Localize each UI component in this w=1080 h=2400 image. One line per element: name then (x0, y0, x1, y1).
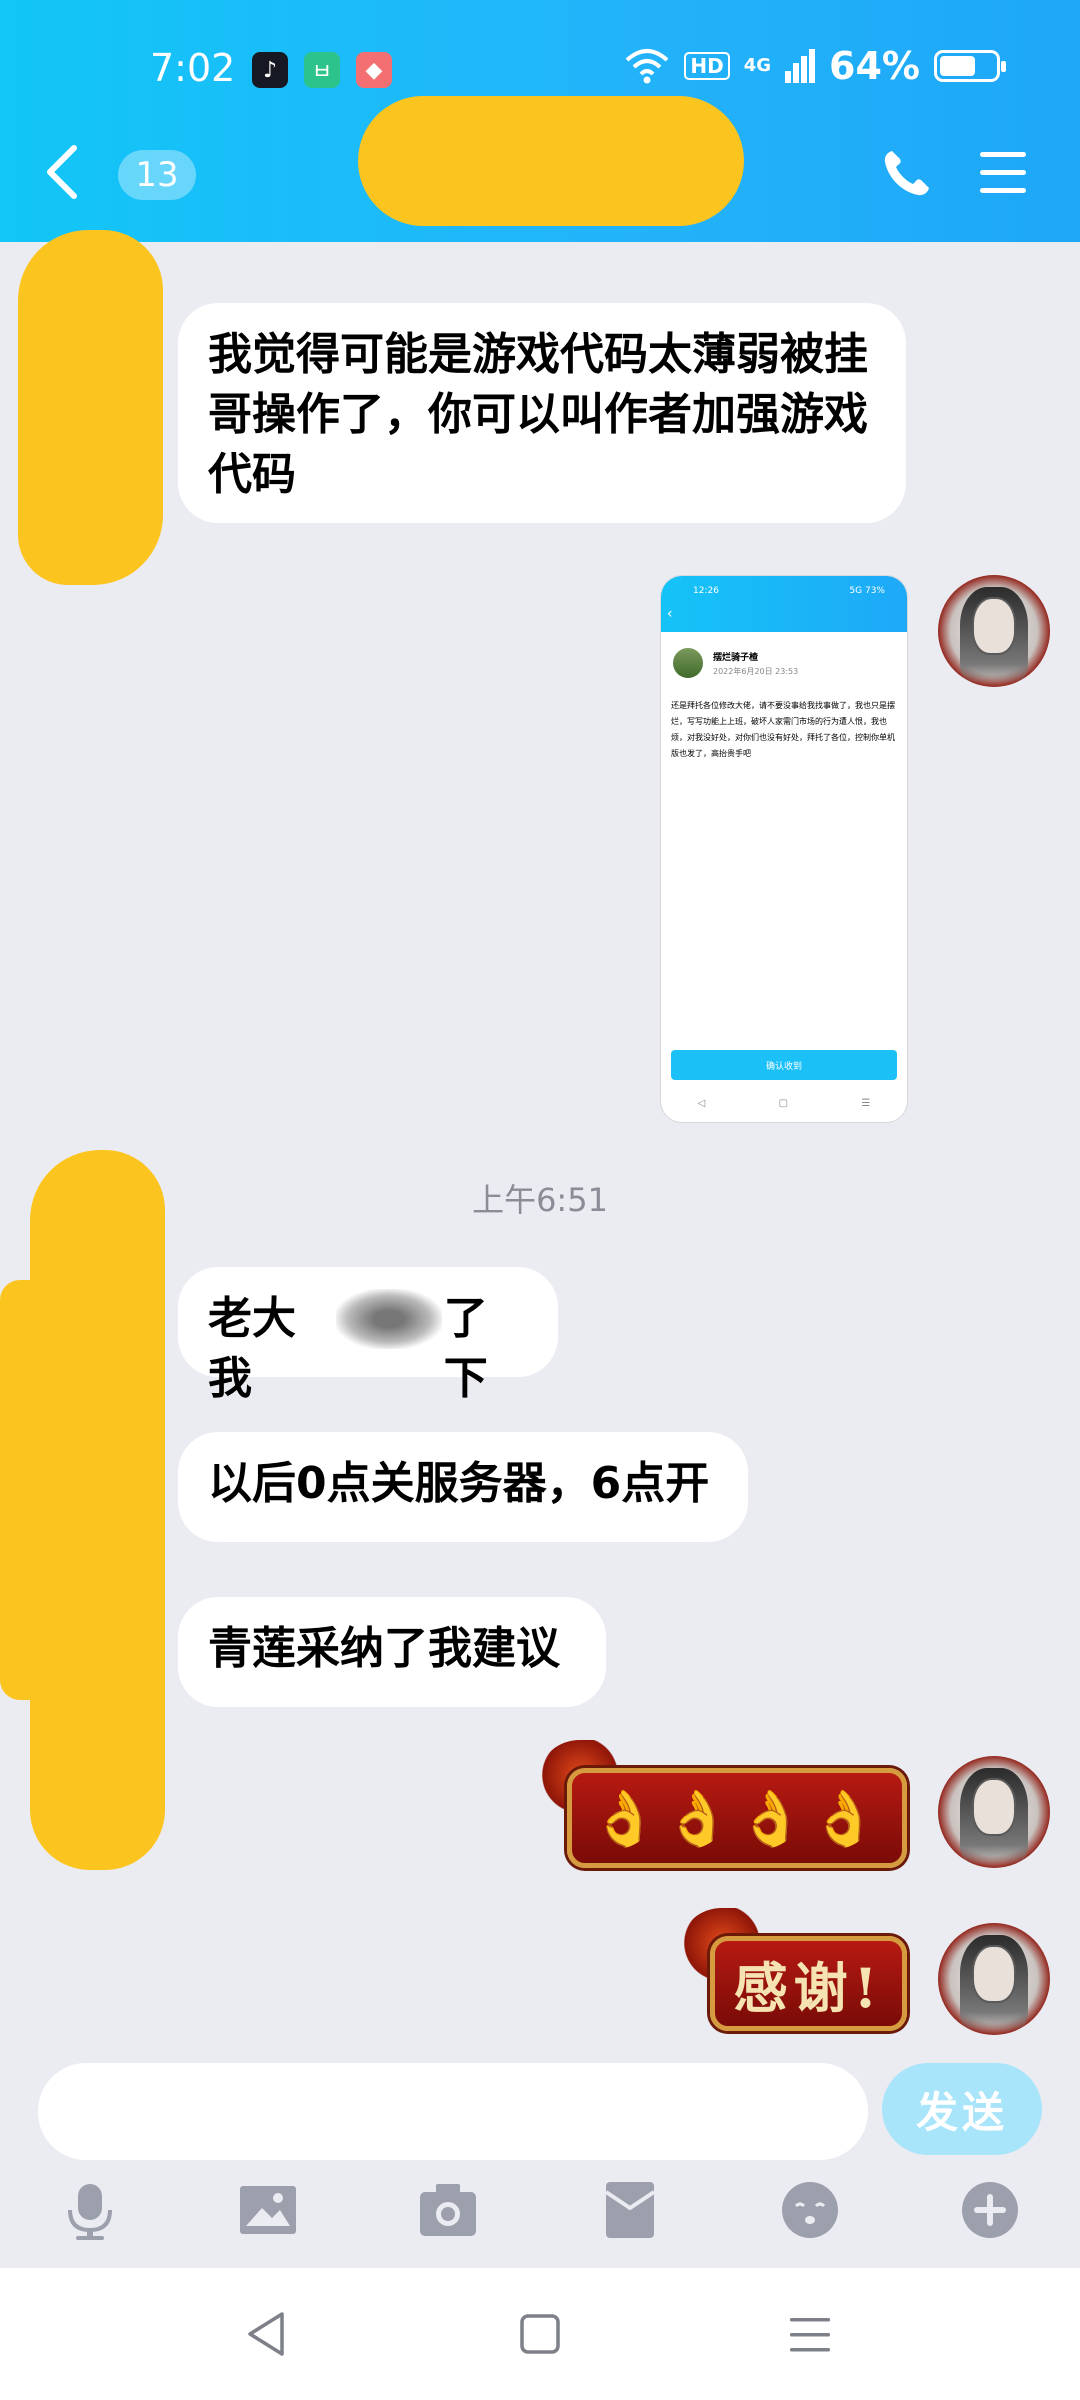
shot-header: 12:26 5G 73% ‹ (661, 576, 907, 632)
avatar-face (972, 1778, 1016, 1836)
shot-status: 5G 73% (849, 586, 885, 596)
sticker-message-outgoing[interactable]: 感谢! (710, 1936, 907, 2031)
sticker-message-outgoing[interactable]: 👌👌👌👌 (567, 1768, 907, 1868)
microphone-icon[interactable] (60, 2180, 120, 2240)
sticker-text: 感谢! (733, 1956, 884, 2020)
shot-time: 12:26 (693, 586, 719, 596)
system-navigation-bar (0, 2268, 1080, 2400)
sender-avatar-redaction (0, 1280, 60, 1700)
emoji-icon[interactable] (780, 2180, 840, 2240)
timestamp-divider: 上午6:51 (472, 1181, 608, 1219)
image-icon[interactable] (238, 2180, 298, 2240)
red-packet-icon[interactable] (600, 2180, 660, 2240)
shot-nav-home-icon: ▢ (778, 1098, 789, 1109)
avatar-face (972, 597, 1016, 655)
camera-icon[interactable] (418, 2180, 478, 2240)
shot-nav: ◁ ▢ ☰ (661, 1098, 907, 1109)
message-input[interactable] (38, 2063, 868, 2160)
message-bubble-incoming[interactable]: 青莲采纳了我建议 (178, 1597, 606, 1707)
my-avatar[interactable] (938, 1923, 1050, 2035)
sticker-text: 👌👌👌👌 (590, 1785, 884, 1850)
menu-button[interactable] (978, 150, 1028, 196)
shot-name: 摆烂骑子楂 (713, 653, 759, 663)
status-right-cluster: HD 4G 64% (624, 44, 1006, 88)
plus-icon[interactable] (960, 2180, 1020, 2240)
shot-nav-menu-icon: ☰ (861, 1098, 871, 1109)
sender-avatar-redaction (18, 230, 163, 585)
shot-avatar (673, 648, 703, 678)
avatar-face (972, 1945, 1016, 2003)
signal-icon (785, 49, 816, 83)
shot-date: 2022年6月20日 23:53 (713, 667, 799, 676)
nav-recents-icon[interactable] (782, 2306, 838, 2362)
message-text: 我觉得可能是游戏代码太薄弱被挂哥操作了，你可以叫作者加强游戏代码 (208, 329, 868, 500)
my-avatar[interactable] (938, 575, 1050, 687)
unread-count-badge[interactable]: 13 (118, 150, 196, 200)
battery-icon (934, 50, 1006, 82)
my-avatar[interactable] (938, 1756, 1050, 1868)
nav-back-icon[interactable] (240, 2306, 296, 2362)
send-button[interactable]: 发送 (882, 2063, 1042, 2155)
message-bubble-incoming[interactable]: 以后0点关服务器，6点开 (178, 1432, 748, 1542)
hd-badge: HD (684, 52, 730, 80)
chat-header: 7:02 ♪ ㅂ ◆ HD 4G 64% 13 (0, 0, 1080, 242)
shot-nav-back-icon: ◁ (697, 1098, 706, 1109)
shot-back-icon: ‹ (667, 606, 673, 622)
message-text: 青莲采纳了我建议 (208, 1623, 560, 1674)
status-time: 7:02 (150, 46, 236, 90)
message-text: 以后0点关服务器，6点开 (208, 1458, 710, 1509)
message-bubble-incoming[interactable]: 我觉得可能是游戏代码太薄弱被挂哥操作了，你可以叫作者加强游戏代码 (178, 303, 906, 523)
contact-name-redaction (358, 96, 744, 226)
phone-call-button[interactable] (880, 146, 934, 200)
message-blur-redaction (336, 1289, 442, 1349)
battery-level (940, 56, 975, 76)
message-text: 了下 (443, 1293, 488, 1404)
back-button[interactable] (38, 140, 88, 204)
message-text: 老大我 (208, 1293, 296, 1404)
shot-confirm-button: 确认收到 (671, 1050, 897, 1080)
shot-text: 还是拜托各位修改大佬，请不要没事给我找事做了，我也只是摆烂，写写功能上上班，破坏… (671, 701, 895, 758)
shared-screenshot-image[interactable]: 12:26 5G 73% ‹ 摆烂骑子楂 2022年6月20日 23:53 还是… (660, 575, 908, 1123)
nav-home-icon[interactable] (512, 2306, 568, 2362)
gem-app-icon: ◆ (356, 52, 392, 88)
battery-percentage: 64% (829, 44, 920, 88)
tiktok-icon: ♪ (252, 52, 288, 88)
app-notification-icon: ㅂ (304, 52, 340, 88)
network-type: 4G (743, 55, 772, 76)
wifi-icon (626, 49, 669, 84)
message-bubble-incoming[interactable]: 老大我 了下 (178, 1267, 558, 1404)
